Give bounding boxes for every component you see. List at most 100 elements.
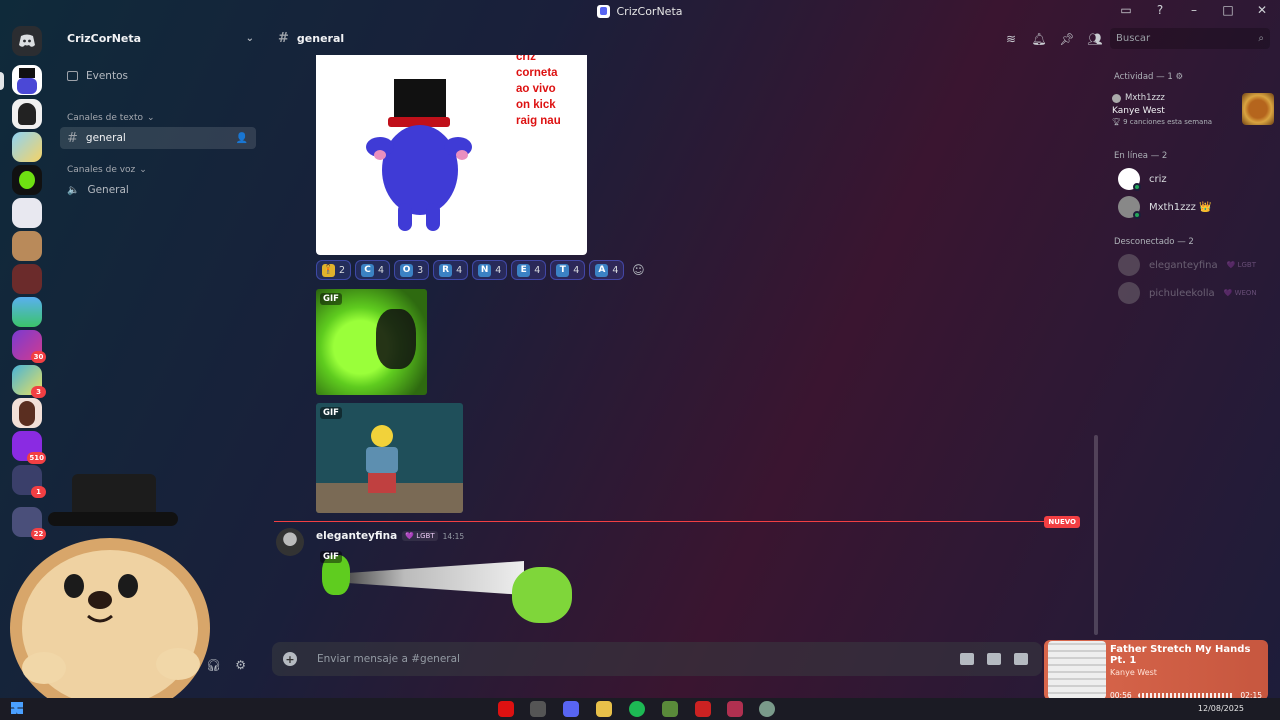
- minimize-button[interactable]: –: [1186, 2, 1202, 18]
- caption-line: on kick: [516, 99, 556, 111]
- server-icon-2[interactable]: [12, 99, 42, 129]
- opera-icon[interactable]: [498, 701, 514, 717]
- avatar: [1118, 196, 1141, 219]
- server-icon-6[interactable]: [12, 231, 42, 261]
- help-icon[interactable]: ?: [1152, 2, 1168, 18]
- reaction[interactable]: T4: [550, 260, 586, 280]
- app-icon[interactable]: [695, 701, 711, 717]
- now-playing-info: Father Stretch My Hands Pt. 1 Kanye West…: [1110, 640, 1268, 700]
- gif-label: GIF: [320, 551, 342, 563]
- server-icon-4[interactable]: [12, 165, 42, 195]
- reaction-emoji: R: [439, 263, 453, 277]
- minecraft-icon[interactable]: [662, 701, 678, 717]
- scrollbar[interactable]: [1094, 435, 1098, 635]
- reaction-emoji: A: [595, 263, 609, 277]
- member-list: Actividad — 1 ⚙ Mxth1zzz Kanye West 🏆︎ 9…: [1100, 55, 1280, 640]
- search-icon: ⌕: [1258, 33, 1264, 44]
- server-icon-crizcorneta[interactable]: [12, 65, 42, 95]
- headphones-icon[interactable]: 🎧︎: [206, 658, 221, 672]
- message-composer[interactable]: + Enviar mensaje a #general: [272, 642, 1042, 676]
- activity-user: Mxth1zzz: [1125, 93, 1165, 103]
- member-name: Mxth1zzz 👑: [1149, 201, 1212, 213]
- reaction[interactable]: O3: [394, 260, 430, 280]
- channel-header: # general ≋ 🔔︎ 📌︎ 👥︎ Buscar ⌕: [266, 22, 1280, 55]
- discord-taskbar-icon[interactable]: [563, 701, 579, 717]
- member-item[interactable]: criz: [1118, 168, 1167, 191]
- unread-badge: 30: [31, 351, 46, 363]
- gear-icon[interactable]: ⚙: [1175, 72, 1183, 82]
- message-timestamp: 14:15: [442, 531, 465, 541]
- composer-tools: [960, 653, 1028, 665]
- window-title-text: CrizCorNeta: [616, 4, 683, 18]
- server-icon-9[interactable]: 30: [12, 330, 46, 363]
- avatar[interactable]: [276, 528, 304, 556]
- folder-icon[interactable]: [596, 701, 612, 717]
- reaction[interactable]: 🧍 2: [316, 260, 352, 280]
- gif-attachment[interactable]: GIF: [316, 289, 427, 395]
- maximize-button[interactable]: □: [1220, 2, 1236, 18]
- member-list-icon[interactable]: 👥︎: [1087, 32, 1102, 46]
- reaction[interactable]: C4: [355, 260, 391, 280]
- activity-card[interactable]: Mxth1zzz Kanye West 🏆︎ 9 canciones esta …: [1112, 93, 1274, 133]
- category-voice-channels[interactable]: Canales de voz ⌄: [67, 165, 147, 175]
- reaction[interactable]: R4: [433, 260, 469, 280]
- close-button[interactable]: ✕: [1254, 2, 1270, 18]
- search-placeholder: Buscar: [1116, 33, 1151, 44]
- gif-picker-icon[interactable]: [987, 653, 1001, 665]
- settings-gear-icon[interactable]: ⚙: [235, 658, 246, 672]
- windows-start-icon[interactable]: [11, 702, 23, 714]
- reaction[interactable]: A4: [589, 260, 625, 280]
- server-icon-11[interactable]: [12, 398, 42, 428]
- server-icon-12[interactable]: 510: [12, 431, 46, 464]
- gif-attachment[interactable]: GIF: [316, 547, 576, 631]
- app-icon-2[interactable]: [727, 701, 743, 717]
- server-icon-8[interactable]: [12, 297, 42, 327]
- pin-icon[interactable]: 📌︎: [1059, 32, 1074, 46]
- spotify-icon[interactable]: [629, 701, 645, 717]
- member-item[interactable]: eleganteyfina 💜 LGBT: [1118, 254, 1256, 276]
- hash-icon: #: [67, 130, 78, 146]
- attach-plus-icon[interactable]: +: [283, 652, 297, 666]
- inbox-icon[interactable]: ▭: [1118, 2, 1134, 18]
- events-item[interactable]: Eventos: [60, 65, 256, 87]
- now-playing-widget[interactable]: Father Stretch My Hands Pt. 1 Kanye West…: [1044, 640, 1268, 700]
- threads-icon[interactable]: ≋: [1004, 32, 1018, 46]
- voice-channel-general[interactable]: 🔈 General: [60, 179, 256, 201]
- reaction-count: 4: [534, 264, 541, 276]
- gif-attachment[interactable]: GIF: [316, 403, 463, 513]
- character-drawing: [366, 79, 472, 231]
- channel-item-general[interactable]: # general 👤: [60, 127, 256, 149]
- server-icon-7[interactable]: [12, 264, 42, 294]
- message-author[interactable]: eleganteyfina: [316, 530, 397, 542]
- member-item[interactable]: Mxth1zzz 👑: [1118, 196, 1212, 219]
- message-input[interactable]: Enviar mensaje a #general: [317, 653, 960, 665]
- discord-home-icon[interactable]: [12, 26, 42, 56]
- image-attachment[interactable]: criz corneta ao vivo on kick raig nau: [316, 55, 587, 255]
- reaction[interactable]: N4: [472, 260, 508, 280]
- avatar: [1118, 254, 1140, 276]
- sticker-icon[interactable]: [1014, 653, 1028, 665]
- online-header: En línea — 2: [1114, 151, 1168, 161]
- app-icon-3[interactable]: [759, 701, 775, 717]
- add-member-icon[interactable]: 👤: [236, 133, 248, 144]
- member-item[interactable]: pichuleekolla 💜 WEON: [1118, 282, 1257, 304]
- title-bar: CrizCorNeta ▭ ? – □ ✕: [0, 0, 1280, 22]
- server-icon-3[interactable]: [12, 132, 42, 162]
- server-header[interactable]: CrizCorNeta ⌄: [54, 22, 266, 55]
- window-controls: ▭ ? – □ ✕: [1118, 2, 1270, 18]
- reaction[interactable]: E4: [511, 260, 547, 280]
- offline-header: Desconectado — 2: [1114, 237, 1194, 247]
- server-icon-5[interactable]: [12, 198, 42, 228]
- reaction-emoji: T: [556, 263, 570, 277]
- user-avatar-small: [1112, 93, 1121, 103]
- server-icon-10[interactable]: 3: [12, 365, 46, 398]
- browser-icon[interactable]: [530, 701, 546, 717]
- bell-icon[interactable]: 🔔︎: [1031, 32, 1046, 46]
- add-reaction-icon[interactable]: ☺: [628, 260, 648, 280]
- reaction-count: 4: [612, 264, 619, 276]
- search-input[interactable]: Buscar ⌕: [1110, 28, 1270, 49]
- gift-icon[interactable]: [960, 653, 974, 665]
- message-header: eleganteyfina 💜 LGBT 14:15: [316, 530, 464, 542]
- taskbar-date: 12/08/2025: [1197, 704, 1244, 713]
- category-text-channels[interactable]: Canales de texto ⌄: [67, 113, 155, 123]
